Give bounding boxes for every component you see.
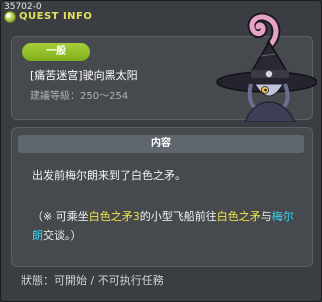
location-highlight: 白色之矛3	[88, 210, 140, 223]
quest-orb-icon	[4, 11, 16, 23]
quest-content-panel: 内容 出发前梅尔朗来到了白色之矛。 （※ 可乘坐白色之矛3的小型飞船前往白色之矛…	[11, 127, 313, 267]
note-text: 交谈。）	[43, 229, 82, 242]
note-text: 与	[260, 210, 272, 223]
title-bar: QUEST INFO	[4, 11, 92, 23]
npc-portrait-image	[216, 12, 317, 122]
note-text: （※ 可乘坐	[32, 210, 89, 223]
quest-name: [痛苦迷宫]驶向黑太阳	[30, 69, 138, 82]
note-text: 的小型飞船前往	[139, 210, 217, 223]
content-description: 出发前梅尔朗来到了白色之矛。	[32, 169, 186, 182]
location-highlight: 白色之矛	[216, 210, 261, 223]
quest-status: 狀態：可開始 / 不可执行任務	[21, 274, 164, 287]
content-note: （※ 可乘坐白色之矛3的小型飞船前往白色之矛与梅尔朗交谈。）	[32, 207, 304, 245]
window-title: QUEST INFO	[19, 11, 93, 22]
recommended-level: 建議等級：250～254	[30, 91, 129, 102]
quest-info-window: 35702-0 QUEST INFO 一般 [痛苦迷宫]驶向黑太阳 建議等級：2…	[0, 0, 322, 302]
content-header: 内容	[18, 135, 304, 153]
category-badge: 一般	[22, 43, 90, 61]
